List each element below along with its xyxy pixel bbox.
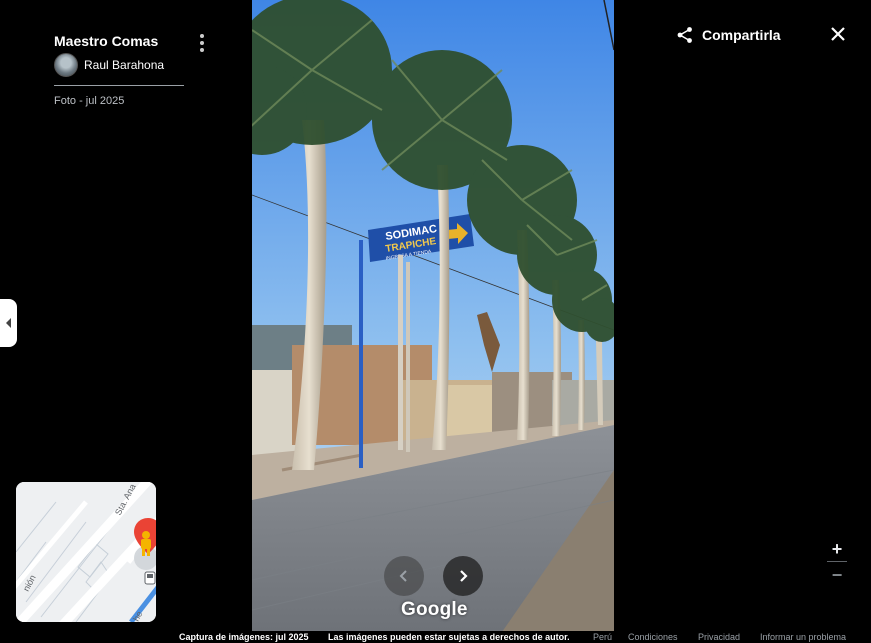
more-vert-icon	[200, 34, 204, 38]
author-name[interactable]: Raul Barahona	[84, 58, 164, 72]
place-title[interactable]: Maestro Comas	[54, 33, 158, 49]
street-view-viewer: Maestro Comas Raul Barahona Foto - jul 2…	[0, 0, 871, 643]
divider	[54, 85, 184, 86]
share-icon	[677, 27, 692, 43]
street-view-photo[interactable]: SODIMAC TRAPICHE INGRESA A TIENDA	[252, 0, 614, 632]
chevron-left-icon	[6, 318, 11, 328]
info-panel: Maestro Comas Raul Barahona Foto - jul 2…	[0, 0, 252, 643]
capture-date: Captura de imágenes: jul 2025	[179, 632, 309, 642]
terms-link[interactable]: Condiciones	[628, 631, 678, 643]
google-logo: Google	[401, 599, 468, 620]
author-row[interactable]: Raul Barahona	[54, 53, 164, 77]
bus-stop-icon	[144, 571, 156, 585]
previous-photo-button[interactable]	[384, 556, 424, 596]
close-button[interactable]	[828, 24, 848, 44]
minimap-map: Sta. Ana nión he	[16, 482, 156, 622]
copyright-notice: Las imágenes pueden estar sujetas a dere…	[328, 632, 570, 642]
zoom-controls: + −	[827, 539, 847, 585]
avatar[interactable]	[54, 53, 78, 77]
chevron-right-icon	[460, 570, 468, 582]
share-label[interactable]: Compartirla	[702, 27, 781, 43]
country-link[interactable]: Perú	[593, 631, 612, 643]
zoom-out-button[interactable]: −	[827, 565, 847, 585]
privacy-link[interactable]: Privacidad	[698, 631, 740, 643]
collapse-panel-button[interactable]	[0, 299, 17, 347]
photo-date: Foto - jul 2025	[54, 95, 125, 107]
zoom-divider	[827, 561, 847, 562]
report-problem-link[interactable]: Informar un problema	[760, 631, 846, 643]
photo-scene: SODIMAC TRAPICHE INGRESA A TIENDA	[252, 0, 614, 632]
minimap[interactable]: Sta. Ana nión he	[16, 482, 156, 622]
share-button[interactable]: Compartirla	[676, 24, 781, 46]
zoom-in-button[interactable]: +	[827, 539, 847, 559]
next-photo-button[interactable]	[443, 556, 483, 596]
close-icon	[831, 27, 845, 41]
chevron-left-icon	[399, 570, 407, 582]
attribution-footer: Captura de imágenes: jul 2025 Las imágen…	[0, 631, 871, 643]
more-options-button[interactable]	[191, 31, 213, 55]
